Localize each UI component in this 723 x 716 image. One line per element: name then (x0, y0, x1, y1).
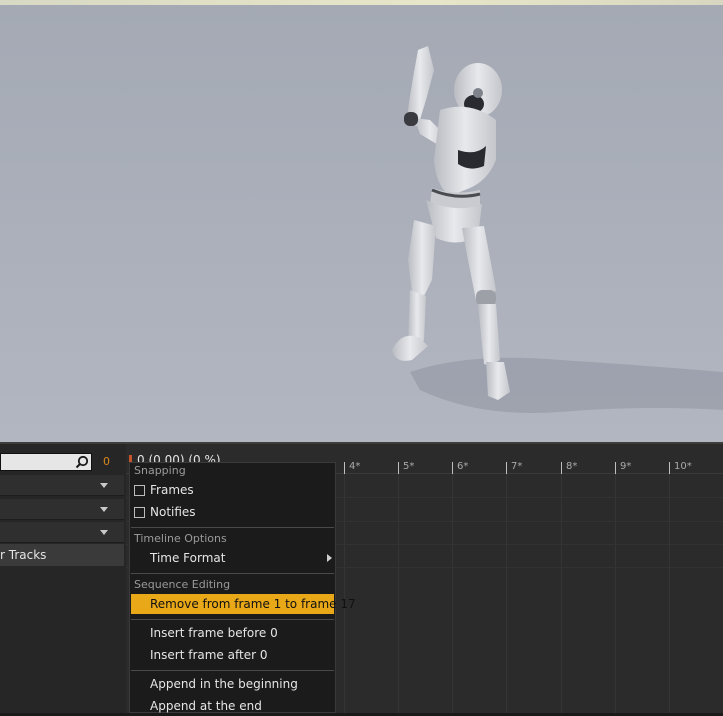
menu-separator (131, 573, 334, 574)
append-beginning-label: Append in the beginning (150, 677, 298, 691)
frames-toggle[interactable]: Frames (131, 480, 334, 500)
time-format-item[interactable]: Time Format (131, 548, 334, 568)
snapping-header: Snapping (134, 464, 186, 477)
3d-viewport[interactable] (0, 0, 723, 442)
mannequin-figure (392, 46, 723, 414)
grid-line (344, 474, 345, 713)
ruler-tick: 7* (506, 461, 522, 474)
chevron-down-icon (100, 507, 108, 512)
frames-checkbox[interactable] (134, 485, 145, 496)
remove-frames-label: Remove from frame 1 to frame 17 (150, 597, 356, 611)
grid-line (615, 474, 616, 713)
tick-label: 9* (620, 461, 632, 472)
menu-separator (131, 619, 334, 620)
track-dropdown-3[interactable] (0, 522, 124, 543)
grid-line (506, 474, 507, 713)
animation-editor-panel: 0 r Tracks 0 (0,00) (0 %) 4* 5* 6* 7* 8*… (0, 444, 723, 713)
ruler-tick: 4* (344, 461, 360, 474)
grid-line (452, 474, 453, 713)
chevron-down-icon (100, 530, 108, 535)
append-end-item[interactable]: Append at the end (131, 696, 334, 716)
menu-separator (131, 527, 334, 528)
grid-line (398, 474, 399, 713)
tick-label: 7* (511, 461, 523, 472)
tick-label: 6* (457, 461, 469, 472)
search-input[interactable] (0, 453, 92, 471)
append-end-label: Append at the end (150, 699, 262, 713)
insert-after-item[interactable]: Insert frame after 0 (131, 645, 334, 665)
tick-label: 4* (349, 461, 361, 472)
frames-label: Frames (150, 483, 194, 497)
ruler-tick: 8* (561, 461, 577, 474)
ruler-tick: 9* (615, 461, 631, 474)
grid-line (669, 474, 670, 713)
insert-before-label: Insert frame before 0 (150, 626, 278, 640)
notifies-toggle[interactable]: Notifies (131, 502, 334, 522)
notifies-checkbox[interactable] (134, 507, 145, 518)
chevron-down-icon (100, 483, 108, 488)
ruler-tick: 10* (669, 461, 692, 474)
append-beginning-item[interactable]: Append in the beginning (131, 674, 334, 694)
menu-separator (131, 670, 334, 671)
notifies-label: Notifies (150, 505, 196, 519)
sequence-editing-header: Sequence Editing (134, 578, 231, 591)
insert-before-item[interactable]: Insert frame before 0 (131, 623, 334, 643)
current-frame-number: 0 (103, 455, 110, 468)
ruler-tick: 6* (452, 461, 468, 474)
track-list-panel: 0 r Tracks (0, 444, 126, 713)
timeline-header: 0 (0,00) (0 %) (126, 449, 723, 467)
tick-label: 5* (403, 461, 415, 472)
track-dropdown-2[interactable] (0, 499, 124, 520)
tick-label: 10* (674, 461, 692, 472)
timeline-options-header: Timeline Options (134, 532, 227, 545)
insert-after-label: Insert frame after 0 (150, 648, 268, 662)
tracks-row[interactable]: r Tracks (0, 544, 124, 566)
context-menu: Snapping Frames Notifies Timeline Option… (129, 462, 356, 716)
track-dropdown-1[interactable] (0, 475, 124, 496)
remove-frames-item[interactable]: Remove from frame 1 to frame 17 (131, 594, 356, 614)
grid-line (561, 474, 562, 713)
chevron-right-icon (327, 554, 332, 562)
tick-label: 8* (566, 461, 578, 472)
ruler-tick: 5* (398, 461, 414, 474)
tracks-label: r Tracks (0, 548, 47, 562)
time-format-label: Time Format (150, 551, 226, 565)
magnifier-icon (75, 455, 89, 469)
